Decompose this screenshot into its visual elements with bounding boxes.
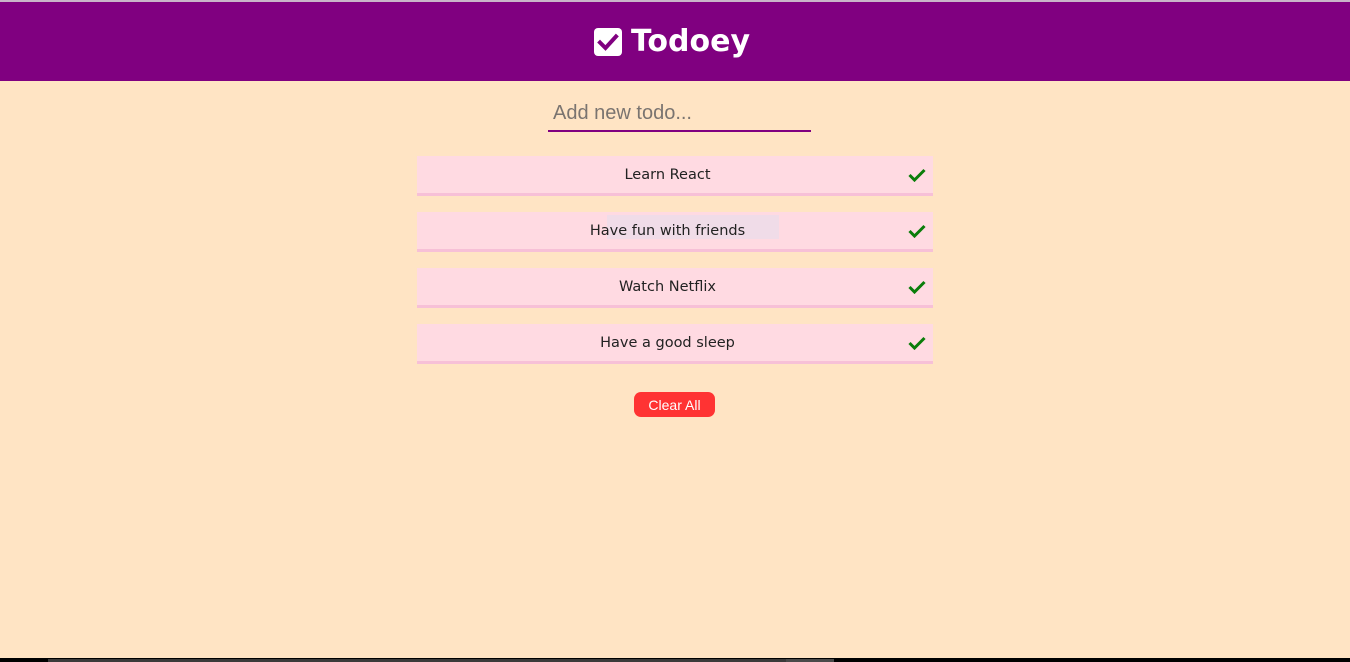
- check-icon[interactable]: [908, 167, 926, 186]
- taskbar-strip: [0, 658, 1350, 662]
- todo-text: Have fun with friends: [589, 223, 746, 239]
- new-todo-input[interactable]: [548, 96, 811, 132]
- check-icon[interactable]: [908, 335, 926, 354]
- app-title: Todoey: [630, 24, 751, 59]
- app-header: Todoey: [0, 2, 1350, 81]
- todo-item: Have a good sleep: [417, 324, 933, 364]
- todo-text: Watch Netflix: [619, 279, 716, 295]
- todo-item: Have fun with friends: [417, 212, 933, 252]
- todo-item: Learn React: [417, 156, 933, 196]
- check-icon[interactable]: [908, 223, 926, 242]
- clear-all-button[interactable]: Clear All: [634, 392, 715, 417]
- todo-text: Have a good sleep: [600, 335, 735, 351]
- checkbox-checked-icon: [593, 27, 622, 56]
- todo-text: Learn React: [624, 167, 711, 183]
- check-icon[interactable]: [908, 279, 926, 298]
- todo-item: Watch Netflix: [417, 268, 933, 308]
- todo-list: Learn React Have fun with friends Watch …: [417, 156, 933, 380]
- brand: Todoey: [593, 24, 751, 59]
